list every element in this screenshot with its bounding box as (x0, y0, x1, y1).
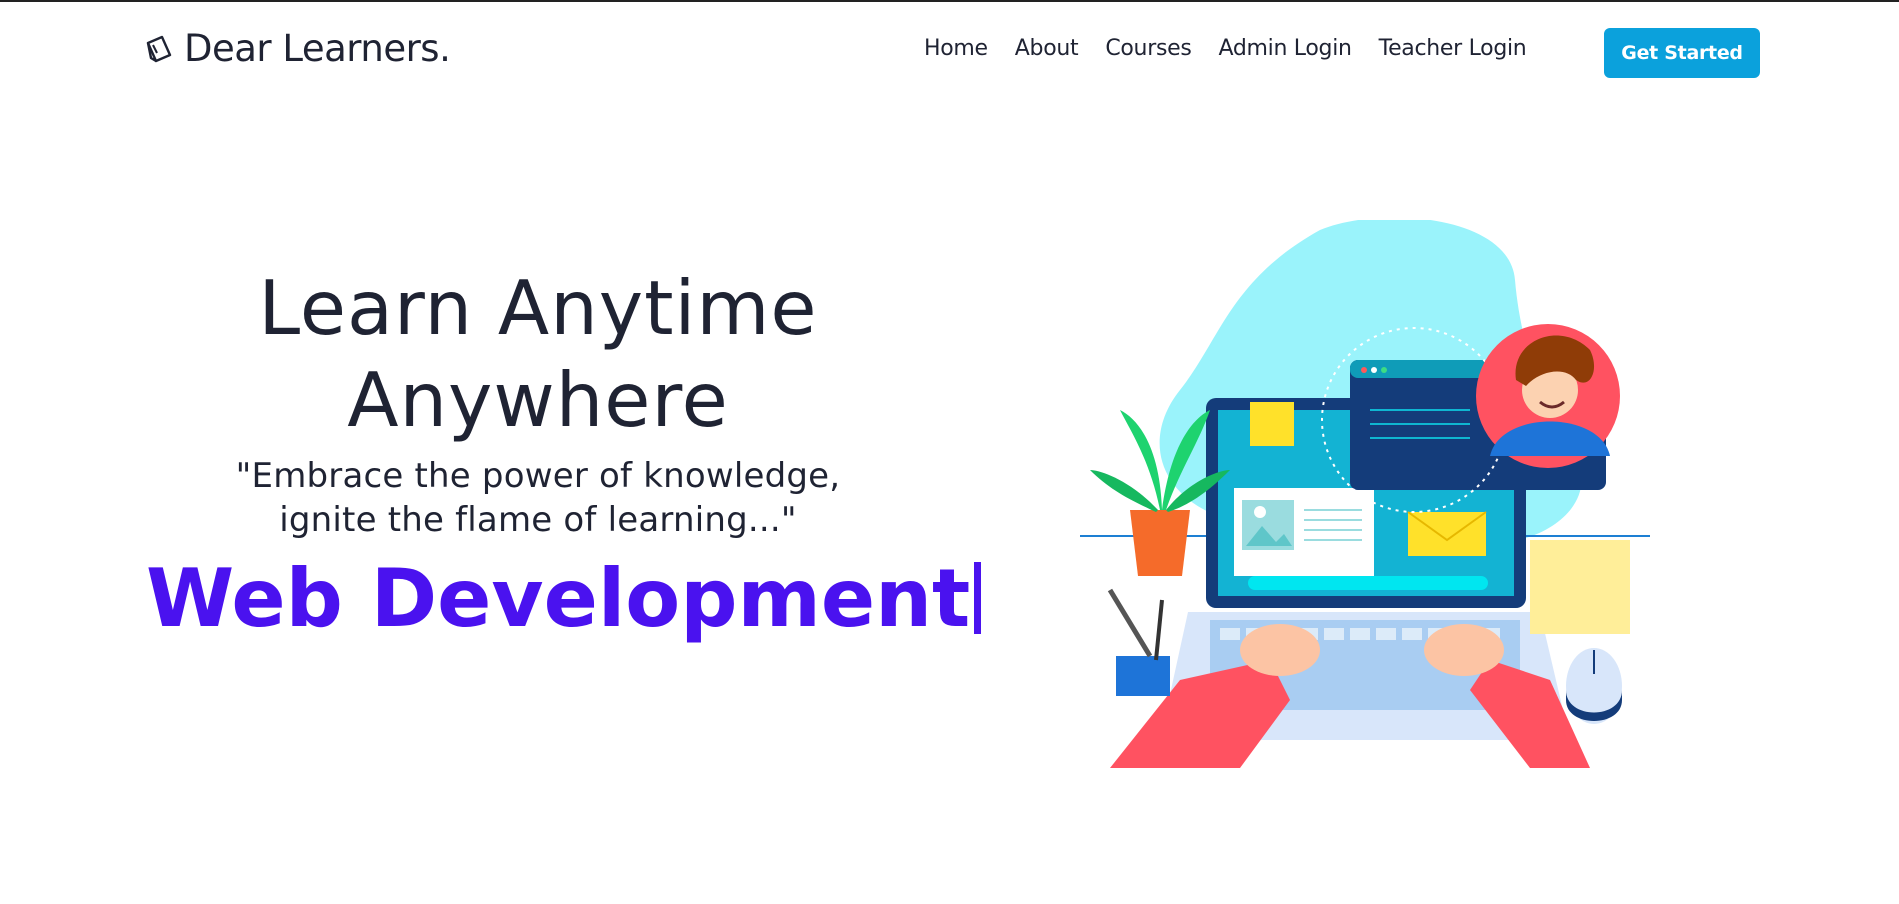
hero-title-line1: Learn Anytime (258, 264, 818, 352)
typed-course-text: Web Development (146, 552, 982, 645)
hero-title-line2: Anywhere (347, 356, 729, 444)
nav-about[interactable]: About (1015, 36, 1079, 61)
nav-courses[interactable]: Courses (1105, 36, 1191, 61)
typing-caret (974, 562, 982, 634)
hero-section: Learn Anytime Anywhere "Embrace the powe… (130, 262, 982, 645)
get-started-button[interactable]: Get Started (1604, 28, 1760, 78)
hero-quote: "Embrace the power of knowledge, ignite … (130, 454, 946, 542)
typed-text: Web Development (146, 552, 971, 645)
brand-logo[interactable]: Dear Learners. (142, 26, 451, 70)
next-section-hint (0, 894, 1899, 904)
nav-teacher-login[interactable]: Teacher Login (1379, 36, 1527, 61)
hero-quote-line1: "Embrace the power of knowledge, (235, 456, 841, 496)
online-learning-illustration (1070, 217, 1670, 780)
hero-title: Learn Anytime Anywhere (130, 262, 946, 446)
book-icon (142, 31, 176, 65)
main-nav: Home About Courses Admin Login Teacher L… (924, 36, 1527, 61)
top-border (0, 0, 1899, 2)
hero-quote-line2: ignite the flame of learning..." (279, 500, 797, 540)
nav-admin-login[interactable]: Admin Login (1219, 36, 1352, 61)
nav-home[interactable]: Home (924, 36, 988, 61)
brand-name: Dear Learners. (184, 26, 451, 70)
